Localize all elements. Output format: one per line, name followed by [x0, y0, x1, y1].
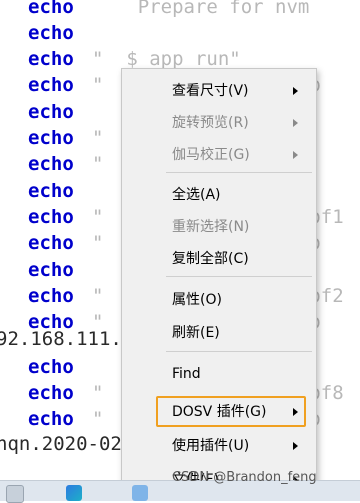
browser-icon[interactable] [66, 485, 82, 501]
menu-item[interactable]: 查看尺寸(V) [122, 77, 316, 105]
submenu-arrow-icon [293, 119, 298, 127]
watermark: CSDN @Brandon_feng [172, 470, 317, 485]
menu-item-label: 查看尺寸(V) [172, 83, 249, 99]
submenu-arrow-icon [293, 408, 298, 416]
menu-item-label: 重新选择(N) [172, 219, 250, 235]
menu-item-label: Find [172, 366, 201, 382]
echo-keyword: echo [28, 48, 74, 70]
submenu-arrow-icon [293, 151, 298, 159]
menu-item[interactable]: 属性(O) [122, 286, 316, 314]
menu-separator [166, 276, 312, 277]
echo-keyword: echo [28, 180, 74, 202]
menu-item-label: DOSV 插件(G) [172, 404, 267, 420]
menu-item-label: 属性(O) [172, 292, 222, 308]
echo-keyword: echo [28, 0, 74, 18]
menu-item[interactable]: 使用插件(U) [122, 432, 316, 460]
submenu-arrow-icon [293, 87, 298, 95]
echo-keyword: echo [28, 382, 74, 404]
echo-keyword: echo [28, 259, 74, 281]
echo-argument: Prepare for nvm [92, 0, 310, 18]
menu-item-label: 旋转预览(R) [172, 115, 249, 131]
submenu-arrow-icon [293, 442, 298, 450]
echo-keyword: echo [28, 153, 74, 175]
echo-keyword: echo [28, 101, 74, 123]
echo-keyword: echo [28, 232, 74, 254]
menu-separator [166, 172, 312, 173]
menu-item: 旋转预览(R) [122, 109, 316, 137]
menu-item[interactable]: 刷新(E) [122, 319, 316, 347]
echo-keyword: echo [28, 206, 74, 228]
menu-item-label: 刷新(E) [172, 325, 220, 341]
echo-keyword: echo [28, 74, 74, 96]
menu-item-label: 全选(A) [172, 187, 221, 203]
menu-item[interactable]: Find [122, 360, 316, 388]
echo-keyword: echo [28, 22, 74, 44]
menu-item-label: 复制全部(C) [172, 251, 249, 267]
menu-item: 重新选择(N) [122, 213, 316, 241]
echo-keyword: echo [28, 356, 74, 378]
echo-keyword: echo [28, 127, 74, 149]
echo-keyword: echo [28, 408, 74, 430]
menu-item: 伽马校正(G) [122, 141, 316, 169]
menu-separator [166, 351, 312, 352]
menu-item[interactable]: DOSV 插件(G) [122, 398, 316, 426]
menu-item[interactable]: 全选(A) [122, 181, 316, 209]
menu-item[interactable]: 复制全部(C) [122, 245, 316, 273]
taskbar-app-icon[interactable] [6, 485, 24, 503]
explorer-icon[interactable] [132, 485, 148, 501]
echo-keyword: echo [28, 285, 74, 307]
menu-item-label: 使用插件(U) [172, 438, 250, 454]
menu-item-label: 伽马校正(G) [172, 147, 250, 163]
context-menu: 查看尺寸(V) 旋转预览(R) 伽马校正(G) 全选(A) 重新选择(N) 复制全部(C)… [121, 68, 317, 490]
